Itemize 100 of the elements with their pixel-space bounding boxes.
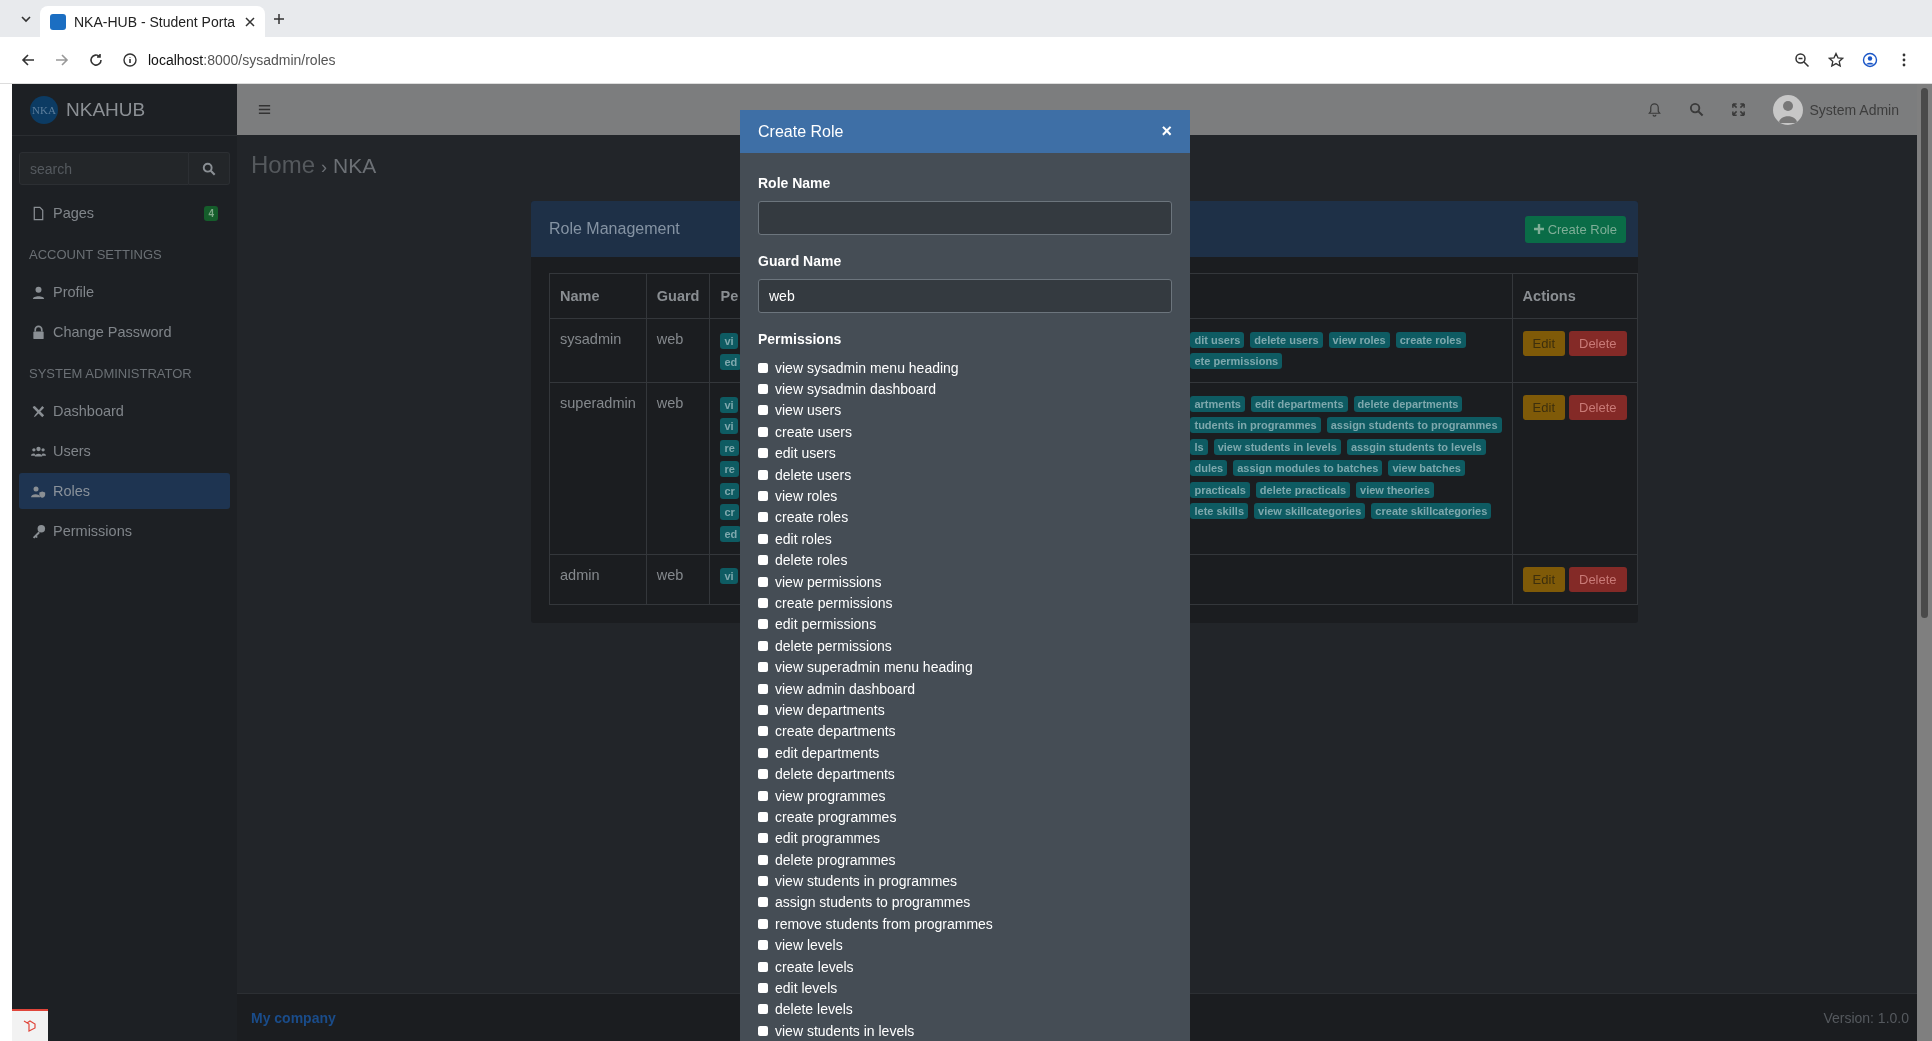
permission-label[interactable]: edit departments (775, 744, 880, 761)
table-cell: web (646, 554, 710, 604)
permission-label[interactable]: view students in programmes (775, 873, 958, 890)
permission-label[interactable]: assign students to programmes (775, 894, 971, 911)
brand-name[interactable]: NKAHUB (66, 98, 146, 121)
reload-icon[interactable] (88, 52, 104, 68)
permission-label[interactable]: view admin dashboard (775, 680, 916, 697)
zoom-icon[interactable] (1794, 52, 1810, 68)
checkbox[interactable] (758, 918, 768, 929)
permission-label[interactable]: create programmes (775, 808, 897, 825)
permission-label[interactable]: edit levels (775, 980, 838, 996)
checkbox[interactable] (758, 897, 768, 908)
checkbox[interactable] (758, 362, 768, 373)
permission-label[interactable]: delete levels (775, 1001, 853, 1018)
permission-label[interactable]: edit roles (775, 530, 832, 547)
checkbox[interactable] (758, 491, 768, 502)
sidebar-item[interactable]: Change Password (19, 314, 230, 350)
checkbox[interactable] (758, 726, 768, 737)
permission-label[interactable]: delete roles (775, 552, 848, 569)
checkbox[interactable] (758, 1004, 768, 1015)
permission-label[interactable]: view sysadmin menu heading (775, 359, 959, 376)
permission-label[interactable]: view users (775, 402, 842, 419)
checkbox[interactable] (758, 940, 768, 951)
debugbar-icon[interactable] (12, 1009, 48, 1041)
checkbox[interactable] (758, 790, 768, 801)
expand-icon[interactable] (1730, 102, 1746, 117)
sidebar-section-header: SYSTEM ADMINISTRATOR (28, 365, 193, 383)
star-icon[interactable] (1828, 52, 1844, 68)
permission-label[interactable]: create departments (775, 723, 896, 740)
search-icon[interactable] (1688, 102, 1704, 117)
forward-icon[interactable] (54, 52, 70, 68)
checkbox[interactable] (758, 747, 768, 758)
checkbox[interactable] (758, 833, 768, 844)
favicon-icon (50, 13, 66, 30)
sidebar-item[interactable]: Permissions (19, 513, 230, 549)
permission-label[interactable]: edit users (775, 445, 836, 462)
checkbox[interactable] (758, 576, 768, 587)
permission-label[interactable]: remove students from programmes (775, 915, 993, 932)
checkbox[interactable] (758, 983, 768, 993)
permission-label[interactable]: view programmes (775, 787, 886, 804)
checkbox[interactable] (758, 769, 768, 780)
permission-label[interactable]: create levels (775, 958, 854, 975)
permission-badge: ete permissions (1190, 353, 1283, 370)
checkbox[interactable] (758, 961, 768, 972)
permission-label[interactable]: view departments (775, 701, 885, 718)
permission-label[interactable]: create permissions (775, 595, 893, 611)
checkbox[interactable] (758, 512, 768, 523)
checkbox[interactable] (758, 662, 768, 673)
new-tab-icon[interactable] (273, 12, 285, 25)
browser-tab[interactable]: NKA-HUB - Student Porta (40, 6, 265, 37)
checkbox[interactable] (758, 405, 768, 416)
checkbox[interactable] (758, 811, 768, 822)
profile-icon[interactable] (1862, 52, 1878, 68)
permission-label[interactable]: edit programmes (775, 830, 881, 847)
checkbox[interactable] (758, 598, 768, 608)
back-icon[interactable] (20, 52, 36, 68)
permission-label[interactable]: view sysadmin dashboard (775, 381, 937, 398)
close-button[interactable]: × (1161, 121, 1172, 142)
scrollbar[interactable] (1917, 84, 1932, 1041)
bell-icon[interactable] (1646, 102, 1662, 117)
sidebar-item[interactable]: Users (19, 433, 230, 469)
checkbox[interactable] (758, 555, 768, 566)
permission-label[interactable]: view permissions (775, 573, 882, 590)
permission-label[interactable]: view roles (775, 488, 838, 505)
search-button[interactable] (189, 152, 230, 185)
permission-label[interactable]: delete permissions (775, 637, 892, 654)
permission-label[interactable]: delete programmes (775, 851, 896, 868)
permission-label[interactable]: view superadmin menu heading (775, 659, 973, 676)
permission-label[interactable]: delete departments (775, 766, 895, 783)
close-icon[interactable] (245, 16, 255, 27)
sidebar-item[interactable]: Pages 4 (19, 195, 230, 231)
checkbox[interactable] (758, 854, 768, 865)
checkbox[interactable] (758, 683, 768, 694)
field-label: Permissions (758, 331, 843, 347)
checkbox[interactable] (758, 704, 768, 715)
sidebar-item[interactable]: Dashboard (19, 393, 230, 429)
menu-icon[interactable] (257, 102, 272, 117)
permission-label[interactable]: view students in levels (775, 1022, 915, 1039)
address-bar[interactable]: localhost:8000/sysadmin/roles (148, 52, 1776, 68)
permission-label[interactable]: delete users (775, 466, 852, 483)
checkbox[interactable] (758, 469, 768, 480)
permission-label[interactable]: create users (775, 423, 853, 440)
info-icon[interactable] (122, 52, 138, 68)
checkbox[interactable] (758, 640, 768, 651)
checkbox[interactable] (758, 533, 768, 544)
checkbox[interactable] (758, 426, 768, 437)
checkbox[interactable] (758, 384, 768, 395)
sidebar-item[interactable]: Roles (19, 473, 230, 509)
checkbox[interactable] (758, 619, 768, 630)
avatar[interactable] (1772, 94, 1803, 125)
sidebar-item[interactable]: Profile (19, 274, 230, 310)
checkbox[interactable] (758, 1025, 768, 1036)
permission-label[interactable]: create roles (775, 509, 849, 526)
checkbox[interactable] (758, 448, 768, 459)
user-icon (31, 284, 46, 300)
guard-name-field[interactable]: web (758, 279, 1172, 313)
permission-label[interactable]: edit permissions (775, 616, 877, 633)
permission-label[interactable]: view levels (775, 937, 843, 954)
role-name-field[interactable] (758, 201, 1172, 235)
checkbox[interactable] (758, 876, 768, 887)
